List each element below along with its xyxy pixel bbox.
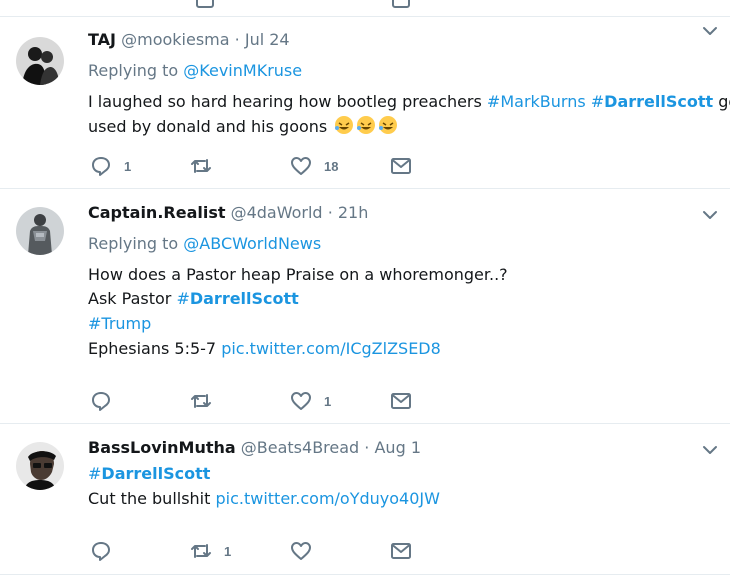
tweet-text-line: used by donald and his goons [88,114,398,139]
hashtag-text: DarrellScott [189,289,299,308]
tweet[interactable]: BassLovinMutha @Beats4Bread · Aug 1 #Dar… [0,424,730,575]
tweet-text-line: #Trump [88,311,151,336]
previous-tweet-actions [0,0,730,17]
like-button[interactable] [290,539,324,563]
hashtag-trump[interactable]: #Trump [88,314,151,333]
tweet-header: Captain.Realist @4daWorld · 21h [88,202,368,224]
timestamp[interactable]: Aug 1 [374,438,421,457]
reply-icon [92,157,110,176]
tweet-text: How does a Pastor heap Praise on a whore… [88,265,508,284]
tweet[interactable]: Captain.Realist @4daWorld · 21h Replying… [0,189,730,424]
replying-to: Replying to @ABCWorldNews [88,231,321,256]
username[interactable]: @Beats4Bread [241,438,359,457]
tweet-feed: TAJ @mookiesma · Jul 24 Replying to @Kev… [0,0,730,582]
tweet-text: Ask Pastor [88,289,177,308]
like-count: 1 [324,393,332,409]
rolling-on-floor-laughing-icon [357,116,376,134]
heart-icon [291,542,311,560]
retweet-button[interactable]: 1 [190,539,231,563]
direct-message-button[interactable] [390,389,412,413]
reply-button[interactable]: 1 [90,154,131,178]
tweet-text: Ephesians 5:5-7 [88,339,222,358]
replying-to-label: Replying to [88,61,179,80]
replying-to-label: Replying to [88,234,179,253]
like-count: 18 [324,158,339,174]
tweet-text-line: Cut the bullshit pic.twitter.com/oYduyo4… [88,486,440,511]
hashtag-darrellscott[interactable]: #DarrellScott [176,289,298,308]
chevron-down-icon[interactable] [700,21,720,41]
hash-symbol: # [590,92,605,111]
username[interactable]: @mookiesma [121,30,229,49]
chevron-down-icon[interactable] [700,440,720,460]
hashtag-darrellscott[interactable]: #DarrellScott [88,464,210,483]
timestamp[interactable]: Jul 24 [245,30,290,49]
reply-icon [92,392,110,411]
replying-to-handle[interactable]: @ABCWorldNews [183,234,321,253]
chevron-down-icon[interactable] [700,205,720,225]
avatar[interactable] [16,37,64,85]
reply-count: 1 [124,158,132,174]
pic-link[interactable]: pic.twitter.com/oYduyo40JW [215,489,439,508]
rolling-on-floor-laughing-icon [335,116,354,134]
avatar[interactable] [16,442,64,490]
like-button[interactable]: 1 [290,389,331,413]
hashtag-text: DarrellScott [101,464,211,483]
replying-to: Replying to @KevinMKruse [88,58,302,83]
tweet[interactable]: TAJ @mookiesma · Jul 24 Replying to @Kev… [0,17,730,189]
tweet-text: used by donald and his goons [88,117,328,136]
pic-link[interactable]: pic.twitter.com/ICgZlZSED8 [221,339,441,358]
tweet-actions: 1 [88,539,508,563]
display-name[interactable]: BassLovinMutha [88,438,236,457]
retweet-count: 1 [224,543,232,559]
timestamp[interactable]: 21h [338,203,369,222]
envelope-icon [391,393,411,409]
tweet-text: Cut the bullshit [88,489,216,508]
heart-icon [291,392,311,410]
tweet-header: TAJ @mookiesma · Jul 24 [88,29,290,51]
heart-icon [291,157,311,175]
retweet-icon [191,544,211,558]
hash-symbol: # [176,289,190,308]
tweet-text-line: I laughed so hard hearing how bootleg pr… [88,89,730,114]
separator-dot: · [327,203,333,222]
display-name[interactable]: Captain.Realist [88,203,226,222]
hash-symbol: # [88,464,102,483]
separator-dot: · [234,30,240,49]
like-button[interactable]: 18 [290,154,338,178]
tweet-actions: 1 18 [88,154,508,178]
hashtag-darrellscott[interactable]: #DarrellScott [591,92,713,111]
tweet-text: I laughed so hard hearing how bootleg pr… [88,92,487,111]
username[interactable]: @4daWorld [231,203,323,222]
reply-icon [92,542,110,561]
retweet-button[interactable] [190,154,224,178]
separator-dot: · [364,438,370,457]
tweet-header: BassLovinMutha @Beats4Bread · Aug 1 [88,437,421,459]
tweet-text-line: #DarrellScott [88,461,210,486]
tweet-text: got [718,92,730,111]
avatar[interactable] [16,207,64,255]
retweet-icon[interactable] [196,0,214,8]
hashtag-markburns[interactable]: #MarkBurns [487,92,586,111]
tweet-actions: 1 [88,389,508,413]
envelope-icon[interactable] [392,0,410,8]
direct-message-button[interactable] [390,154,412,178]
reply-button[interactable] [90,389,124,413]
envelope-icon [391,158,411,174]
hashtag-text: DarrellScott [604,92,714,111]
envelope-icon [391,543,411,559]
rolling-on-floor-laughing-icon [379,116,398,134]
replying-to-handle[interactable]: @KevinMKruse [183,61,302,80]
direct-message-button[interactable] [390,539,412,563]
tweet-text-line: Ephesians 5:5-7 pic.twitter.com/ICgZlZSE… [88,336,441,361]
display-name[interactable]: TAJ [88,30,116,49]
tweet-text-line: Ask Pastor #DarrellScott [88,286,299,311]
reply-button[interactable] [90,539,124,563]
tweet-text-line: How does a Pastor heap Praise on a whore… [88,262,508,287]
retweet-icon [191,394,211,408]
retweet-icon [191,159,211,173]
retweet-button[interactable] [190,389,224,413]
